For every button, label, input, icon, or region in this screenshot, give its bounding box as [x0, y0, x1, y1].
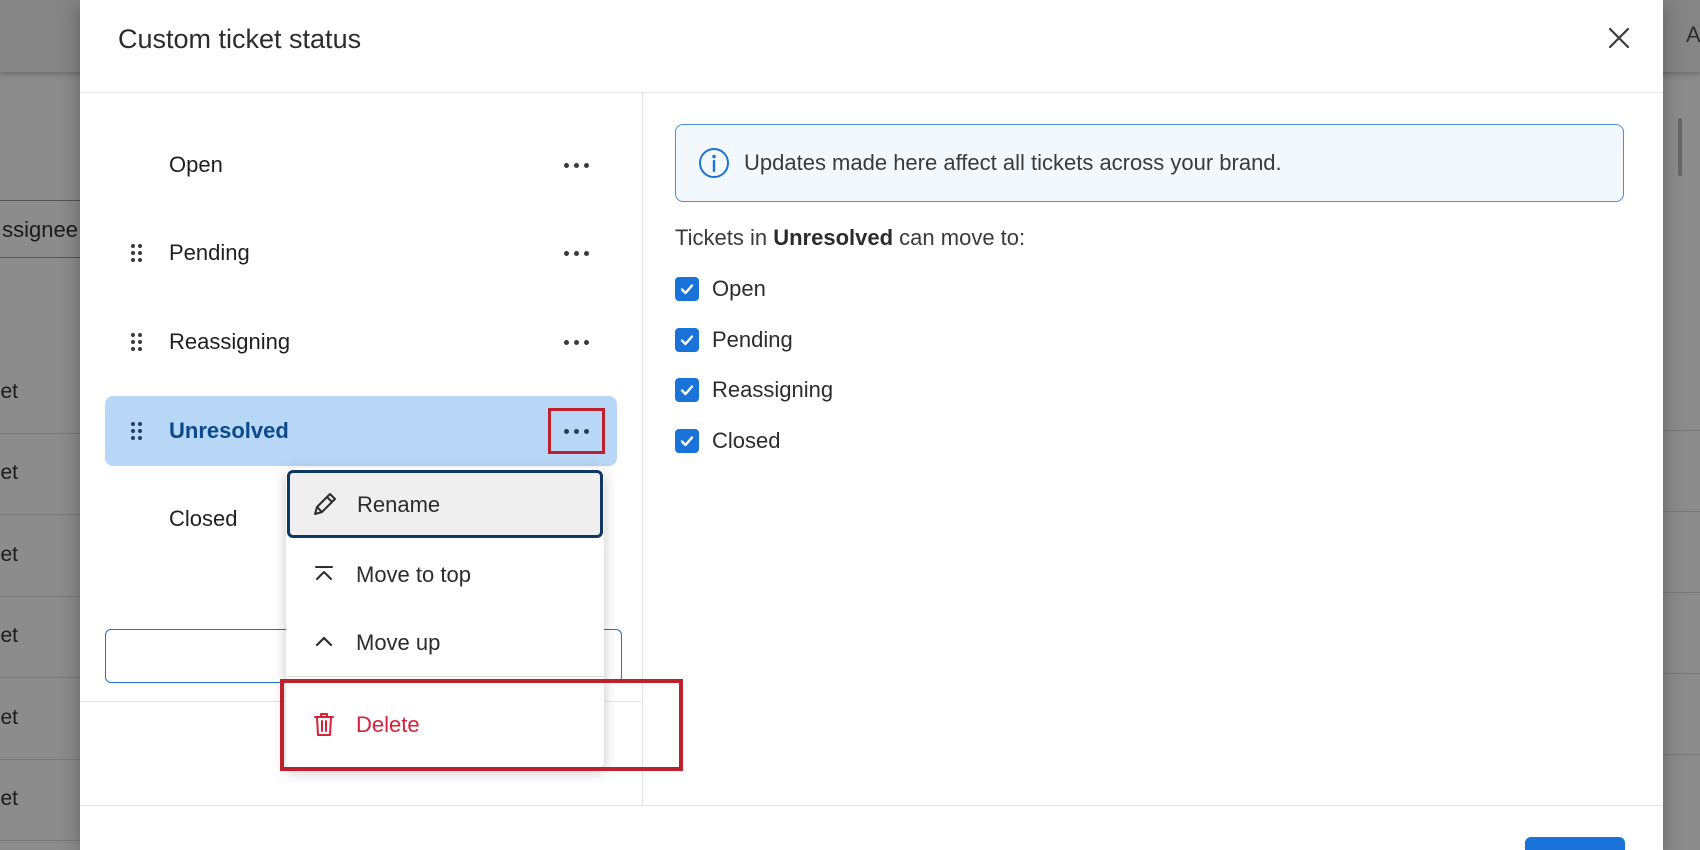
modal-header: Custom ticket status — [80, 0, 1663, 93]
more-horizontal-icon — [563, 162, 589, 168]
checkbox[interactable] — [675, 378, 699, 402]
status-label: Reassigning — [169, 329, 291, 354]
menu-item-label: Move to top — [356, 562, 471, 587]
save-button[interactable] — [1525, 837, 1625, 850]
more-horizontal-icon — [564, 428, 589, 434]
info-banner: Updates made here affect all tickets acr… — [675, 124, 1624, 202]
drag-handle-icon[interactable] — [130, 243, 144, 263]
drag-handle-icon[interactable] — [130, 332, 144, 352]
allowed-moves-prefix: Tickets in — [675, 225, 768, 250]
menu-item-delete[interactable]: Delete — [286, 690, 604, 758]
status-label: Closed — [169, 506, 238, 531]
close-icon — [1608, 27, 1630, 49]
menu-item-rename[interactable]: Rename — [287, 470, 603, 538]
menu-divider — [286, 676, 604, 677]
checkbox[interactable] — [675, 328, 699, 352]
modal-title: Custom ticket status — [118, 24, 362, 54]
checkmark-icon — [680, 436, 694, 447]
status-label: Pending — [169, 240, 250, 265]
checkbox-label: Pending — [712, 327, 793, 352]
checkbox-label: Reassigning — [712, 377, 834, 402]
checkbox-label: Open — [712, 276, 766, 301]
allowed-moves-suffix: can move to: — [899, 225, 1026, 250]
checkmark-icon — [680, 284, 694, 295]
chevron-up-icon — [315, 636, 333, 647]
more-options-button[interactable] — [551, 324, 601, 360]
checkmark-icon — [680, 385, 694, 396]
status-context-menu: Rename Move to top Move up Delete — [286, 468, 604, 768]
status-item-open[interactable]: Open — [105, 130, 617, 200]
status-label: Unresolved — [169, 418, 289, 443]
status-item-reassigning[interactable]: Reassigning — [105, 307, 617, 377]
allowed-moves-status: Unresolved — [773, 225, 894, 250]
close-button[interactable] — [1603, 22, 1635, 54]
trash-icon — [314, 713, 334, 736]
checkbox[interactable] — [675, 277, 699, 301]
pencil-icon — [314, 493, 336, 515]
info-icon — [699, 148, 729, 178]
checkbox[interactable] — [675, 429, 699, 453]
status-label: Open — [169, 152, 223, 177]
checkbox-label: Closed — [712, 428, 781, 453]
more-horizontal-icon — [563, 250, 589, 256]
menu-item-label: Move up — [356, 630, 441, 655]
allowed-moves-heading: Tickets in Unresolved can move to: — [675, 225, 1025, 251]
info-banner-text: Updates made here affect all tickets acr… — [744, 150, 1282, 175]
status-item-pending[interactable]: Pending — [105, 218, 617, 288]
custom-ticket-status-modal: Custom ticket status Open Pending Reassign… — [80, 0, 1663, 850]
checkmark-icon — [680, 335, 694, 346]
more-options-button[interactable] — [548, 408, 605, 454]
modal-footer-divider — [80, 805, 1663, 806]
menu-item-move-up[interactable]: Move up — [286, 608, 604, 676]
menu-item-label: Delete — [356, 712, 420, 737]
more-options-button[interactable] — [551, 147, 601, 183]
status-item-unresolved[interactable]: Unresolved — [105, 396, 617, 466]
drag-handle-icon[interactable] — [130, 421, 144, 441]
menu-item-move-to-top[interactable]: Move to top — [286, 540, 604, 608]
move-to-top-icon — [315, 566, 333, 580]
more-options-button[interactable] — [551, 235, 601, 271]
more-horizontal-icon — [563, 339, 589, 345]
menu-item-label: Rename — [357, 492, 441, 517]
